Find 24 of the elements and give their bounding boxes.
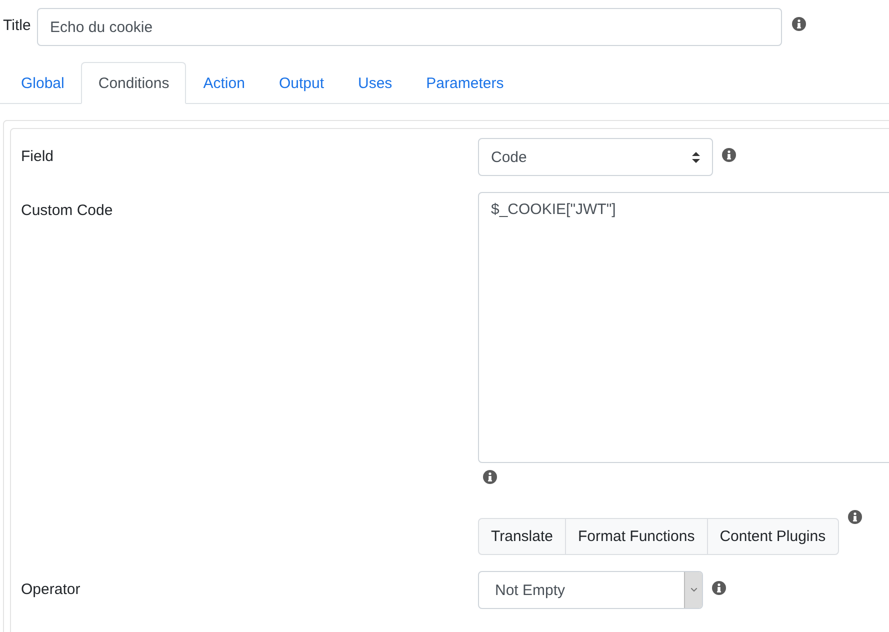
tab[interactable]: Action — [186, 62, 262, 104]
field-label: Custom Code — [21, 202, 114, 221]
toolbar-button[interactable]: Content Plugins — [706, 518, 839, 555]
toolbar-button[interactable]: Format Functions — [564, 518, 708, 555]
info-icon — [848, 510, 862, 524]
field-label: Operator — [21, 581, 82, 600]
tab[interactable]: Output — [262, 62, 341, 104]
info-icon — [712, 581, 726, 595]
field-label: Field — [21, 148, 55, 167]
tab[interactable]: Global — [4, 62, 82, 104]
title-input[interactable]: Echo du cookie — [37, 8, 782, 46]
toolbar-button[interactable]: Translate — [478, 518, 566, 555]
dropdown-field[interactable]: Not Empty — [478, 571, 703, 609]
tab[interactable]: Parameters — [409, 62, 521, 104]
tab[interactable]: Uses — [340, 62, 410, 104]
tab[interactable]: Conditions — [81, 62, 186, 104]
info-icon — [792, 17, 806, 31]
sort-icon — [692, 152, 700, 162]
chevron-down-icon — [690, 588, 696, 592]
select-field[interactable]: Code — [478, 138, 713, 176]
info-icon — [483, 470, 497, 484]
info-icon — [722, 148, 736, 162]
code-editor[interactable]: $_COOKIE["JWT"] — [478, 192, 889, 463]
title-label: Title — [3, 17, 32, 34]
